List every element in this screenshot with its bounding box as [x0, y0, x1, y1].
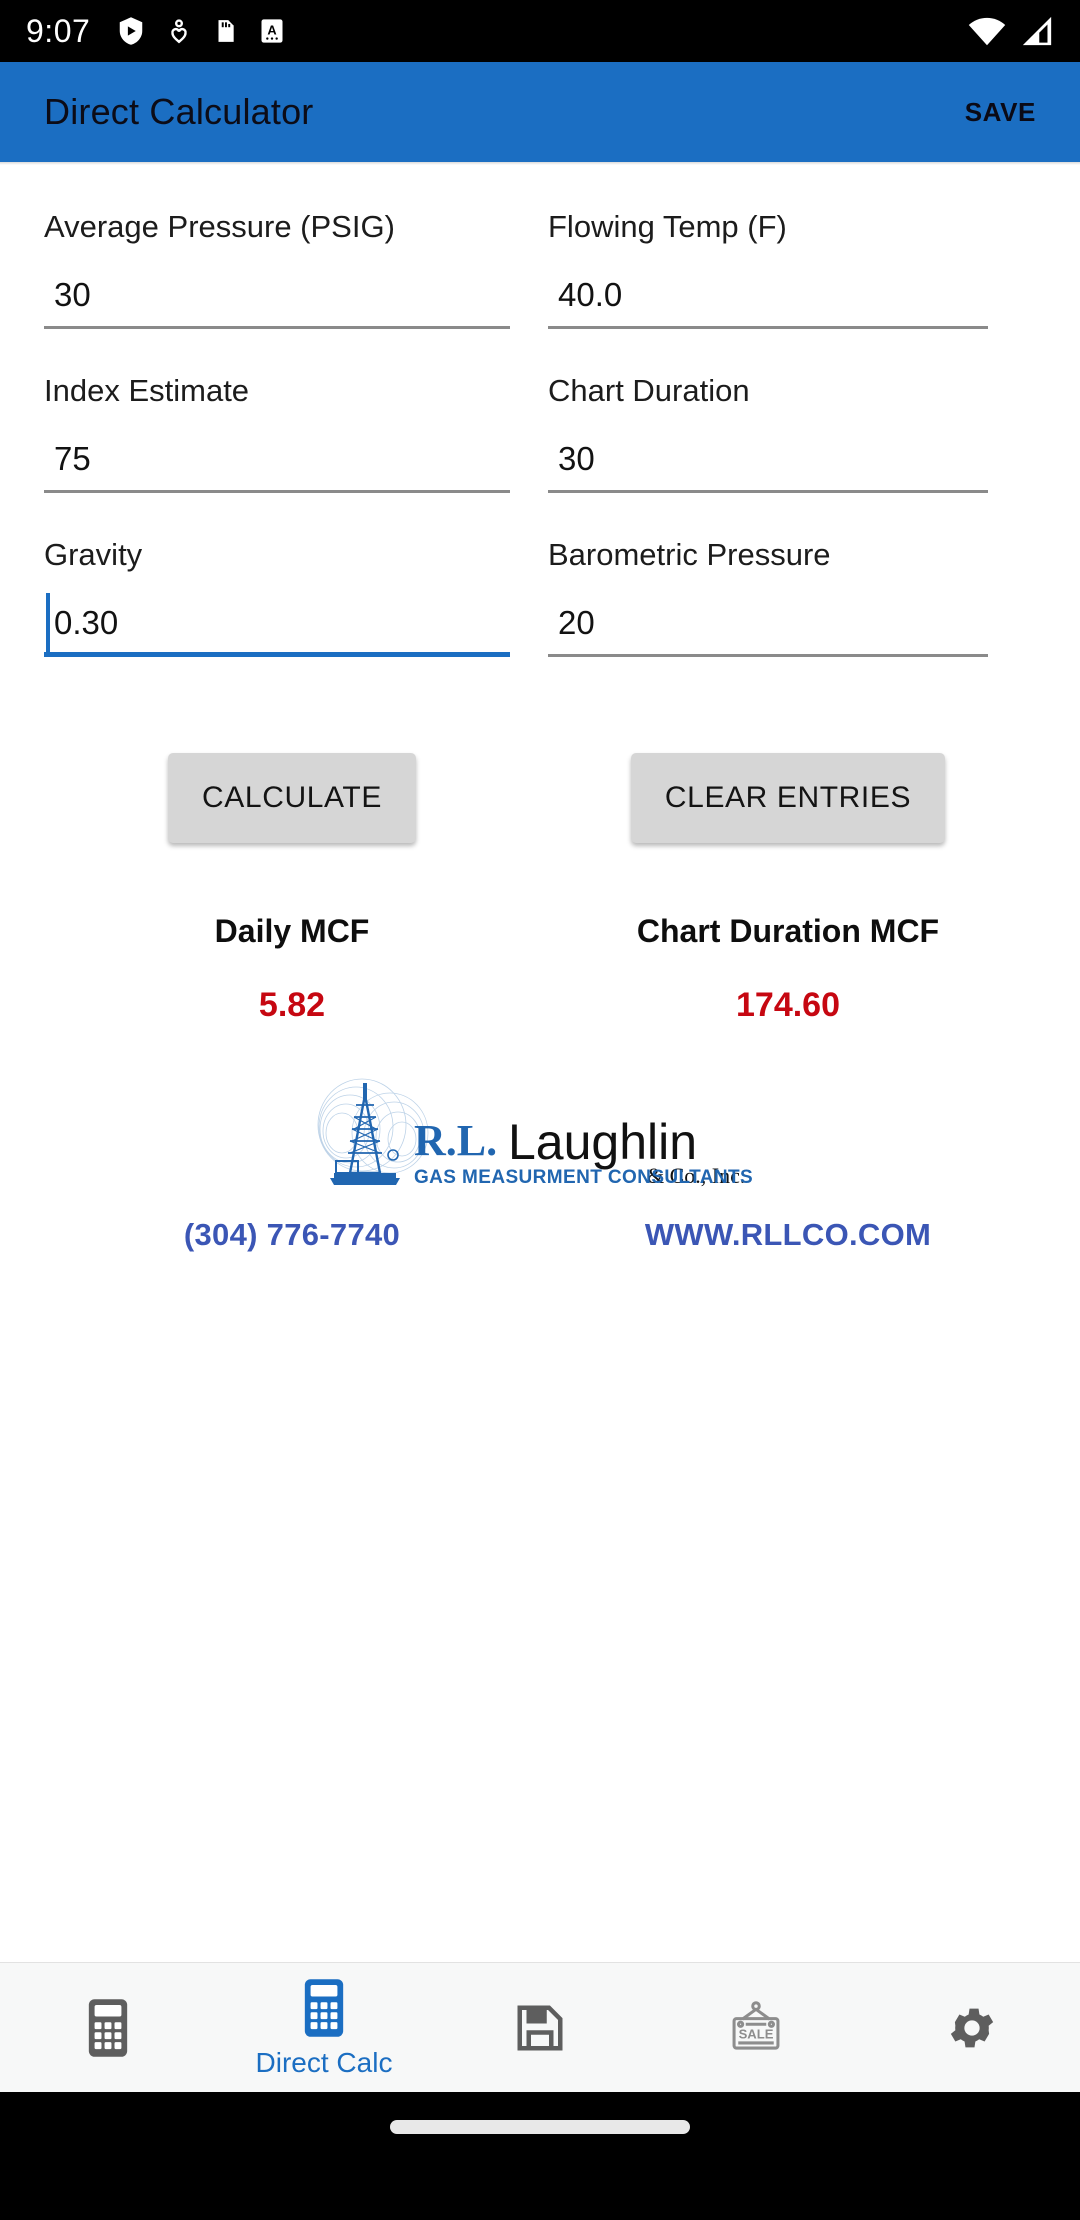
result-chart-duration-mcf: Chart Duration MCF 174.60: [540, 913, 1036, 1025]
nav-item-direct-calc[interactable]: Direct Calc: [216, 1963, 432, 2092]
field-gravity: Gravity 0.30: [44, 493, 540, 657]
field-barometric-pressure: Barometric Pressure 20: [540, 493, 1036, 657]
status-bar-system-icons: [968, 15, 1054, 47]
field-average-pressure: Average Pressure (PSIG) 30: [44, 165, 540, 329]
health-icon: [171, 19, 187, 44]
field-label: Flowing Temp (F): [548, 209, 787, 244]
gravity-input-value: 0.30: [54, 604, 119, 641]
phone-link[interactable]: (304) 776-7740: [184, 1217, 400, 1252]
barometric-pressure-input[interactable]: 20: [548, 601, 988, 657]
screenshot-a-icon: A: [261, 19, 283, 43]
system-gesture-bar: [0, 2092, 1080, 2220]
result-label: Daily MCF: [214, 913, 370, 949]
status-bar-clock: 9:07: [26, 12, 91, 49]
svg-text:Laughlin: Laughlin: [508, 1114, 697, 1170]
phone-cell: (304) 776-7740: [44, 1217, 540, 1253]
page-title: Direct Calculator: [44, 91, 314, 132]
clear-button-cell: CLEAR ENTRIES: [540, 753, 1036, 843]
action-buttons: CALCULATE CLEAR ENTRIES: [44, 753, 1036, 843]
sale-sign-icon: SALE: [732, 2000, 780, 2050]
bottom-navigation-bar: Direct Calc SALE: [0, 1962, 1080, 2092]
svg-text:GAS MEASURMENT CONSULTANTS: GAS MEASURMENT CONSULTANTS: [414, 1167, 753, 1188]
field-chart-duration: Chart Duration 30: [540, 329, 1036, 493]
form-row-2: Index Estimate 75 Chart Duration 30: [44, 329, 1036, 493]
index-estimate-input[interactable]: 75: [44, 437, 510, 493]
status-bar: 9:07 A: [0, 0, 1080, 62]
nav-item-saved[interactable]: [432, 1963, 648, 2092]
calculator-icon: [304, 1978, 344, 2037]
rl-laughlin-logo-icon: R.L. Laughlin & Co., Inc. GAS MEASURMENT…: [317, 1078, 753, 1188]
cellular-signal-icon: [1022, 16, 1052, 46]
form-row-3: Gravity 0.30 Barometric Pressure 20: [44, 493, 1036, 657]
sd-card-icon: [218, 20, 234, 42]
website-link[interactable]: WWW.RLLCO.COM: [645, 1217, 931, 1252]
result-label: Chart Duration MCF: [636, 913, 940, 949]
results-section: Daily MCF 5.82 Chart Duration MCF 174.60: [44, 913, 1036, 1025]
field-flowing-temp: Flowing Temp (F) 40.0: [540, 165, 1036, 329]
contact-links: (304) 776-7740 WWW.RLLCO.COM: [44, 1217, 1036, 1253]
svg-text:SALE: SALE: [739, 2026, 774, 2041]
svg-text:A: A: [268, 23, 277, 38]
field-label: Index Estimate: [44, 373, 250, 408]
save-button[interactable]: SAVE: [965, 97, 1036, 128]
calculator-icon: [88, 1998, 128, 2057]
average-pressure-input[interactable]: 30: [44, 273, 510, 329]
phone-screen: 9:07 A Direct Calculator SAVE Average Pr…: [0, 0, 1080, 2220]
form-row-1: Average Pressure (PSIG) 30 Flowing Temp …: [44, 165, 1036, 329]
result-daily-mcf: Daily MCF 5.82: [44, 913, 540, 1025]
clear-entries-button[interactable]: CLEAR ENTRIES: [630, 753, 946, 843]
flowing-temp-input[interactable]: 40.0: [548, 273, 988, 329]
calculate-button-cell: CALCULATE: [44, 753, 540, 843]
calculate-button[interactable]: CALCULATE: [168, 753, 416, 843]
result-value: 174.60: [736, 986, 840, 1024]
gesture-handle[interactable]: [390, 2120, 690, 2134]
gravity-input[interactable]: 0.30: [44, 593, 510, 657]
field-label: Barometric Pressure: [548, 537, 831, 572]
website-cell: WWW.RLLCO.COM: [540, 1217, 1036, 1253]
field-index-estimate: Index Estimate 75: [44, 329, 540, 493]
status-bar-notification-icons: A: [116, 14, 286, 48]
form-content: Average Pressure (PSIG) 30 Flowing Temp …: [0, 165, 1080, 1253]
nav-item-sale[interactable]: SALE: [648, 1963, 864, 2092]
gear-icon: [950, 2008, 994, 2047]
app-bar: Direct Calculator SAVE: [0, 62, 1080, 162]
field-label: Gravity: [44, 537, 143, 572]
nav-item-settings[interactable]: [864, 1963, 1080, 2092]
svg-text:R.L.: R.L.: [414, 1116, 497, 1165]
text-caret: [46, 593, 50, 655]
field-label: Chart Duration: [548, 373, 750, 408]
result-value: 5.82: [258, 986, 326, 1024]
play-protect-icon: [120, 17, 143, 45]
nav-item-calculator[interactable]: [0, 1963, 216, 2092]
field-label: Average Pressure (PSIG): [44, 209, 395, 244]
company-logo: R.L. Laughlin & Co., Inc. GAS MEASURMENT…: [44, 1073, 1036, 1193]
nav-item-label: Direct Calc: [255, 2046, 393, 2078]
wifi-icon: [968, 17, 1006, 46]
chart-duration-input[interactable]: 30: [548, 437, 988, 493]
floppy-disk-save-icon: [517, 2005, 563, 2050]
